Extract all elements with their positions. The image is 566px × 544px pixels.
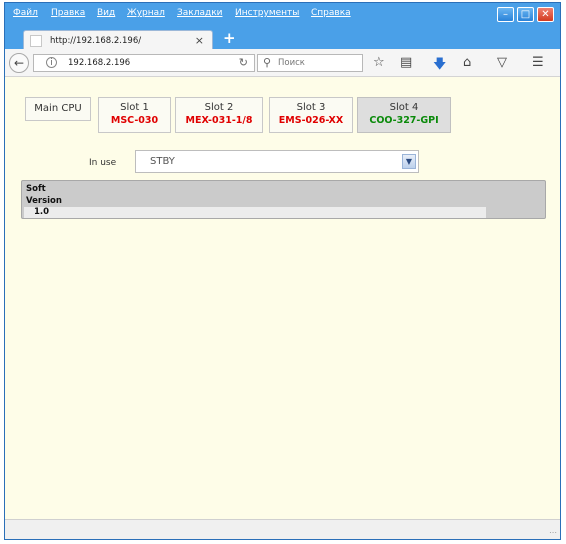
slot-name: Main CPU	[34, 103, 82, 114]
slot-name: Slot 4	[389, 102, 419, 113]
back-icon: ←	[13, 56, 25, 70]
star-icon[interactable]: ☆	[373, 55, 385, 70]
tab-slot-2[interactable]: Slot 2 MEX-031-1/8	[175, 97, 263, 133]
info-icon[interactable]: i	[46, 57, 57, 68]
maximize-icon: □	[520, 8, 531, 20]
slot-module: MEX-031-1/8	[185, 115, 253, 126]
page-content: Main CPU Slot 1 MSC-030 Slot 2 MEX-031-1…	[5, 77, 560, 519]
menu-history[interactable]: Журнал	[127, 8, 165, 18]
soft-version-value: 1.0	[34, 207, 50, 217]
menu-icon[interactable]: ☰	[532, 55, 544, 70]
tab-slot-1[interactable]: Slot 1 MSC-030	[98, 97, 171, 133]
slot-module: COO-327-GPI	[369, 115, 439, 126]
soft-label-line1: Soft	[26, 184, 46, 194]
soft-label-line2: Version	[26, 196, 62, 206]
slot-module: EMS-026-XX	[278, 115, 344, 126]
url-bar[interactable]: i 192.168.2.196 ↻	[33, 54, 255, 72]
menu-bookmarks[interactable]: Закладки	[177, 8, 223, 18]
back-button[interactable]: ←	[9, 53, 29, 73]
soft-version-label: Soft Version	[26, 183, 62, 207]
tab-slot-4[interactable]: Slot 4 COO-327-GPI	[357, 97, 451, 133]
reload-icon[interactable]: ↻	[239, 56, 248, 69]
resize-grip-icon[interactable]: ⋯	[549, 528, 557, 537]
in-use-label: In use	[89, 158, 117, 168]
close-button[interactable]: ✕	[537, 7, 554, 22]
menu-file[interactable]: Файл	[13, 8, 38, 18]
slot-name: Slot 2	[204, 102, 234, 113]
slot-module: MSC-030	[110, 115, 159, 126]
tab-slot-3[interactable]: Slot 3 EMS-026-XX	[269, 97, 353, 133]
soft-version-row: 1.0	[24, 207, 486, 218]
menu-help[interactable]: Справка	[311, 8, 351, 18]
pocket-icon[interactable]: ▽	[497, 55, 507, 70]
menu-edit[interactable]: Правка	[51, 8, 85, 18]
page-icon	[30, 35, 42, 47]
url-text: 192.168.2.196	[68, 58, 131, 68]
tab-close-icon[interactable]: ×	[195, 34, 204, 47]
in-use-select[interactable]: STBY ▼	[135, 150, 419, 173]
tab-current[interactable]: http://192.168.2.196/ ×	[23, 30, 213, 50]
tab-title: http://192.168.2.196/	[50, 36, 142, 46]
slot-name: Slot 1	[120, 102, 149, 113]
search-bar[interactable]: ⚲	[257, 54, 363, 72]
search-icon: ⚲	[263, 56, 272, 69]
in-use-value: STBY	[150, 156, 175, 167]
chevron-down-icon[interactable]: ▼	[402, 154, 416, 169]
reader-icon[interactable]: ▤	[400, 55, 412, 70]
browser-window: Файл Правка Вид Журнал Закладки Инструме…	[4, 2, 561, 540]
tab-strip: http://192.168.2.196/ × +	[5, 25, 560, 50]
new-tab-button[interactable]: +	[223, 29, 236, 47]
menu-view[interactable]: Вид	[97, 8, 115, 18]
tab-main-cpu[interactable]: Main CPU	[25, 97, 91, 121]
close-icon: ✕	[541, 8, 550, 20]
menu-bar: Файл Правка Вид Журнал Закладки Инструме…	[5, 3, 560, 25]
soft-version-panel: Soft Version 1.0	[21, 180, 546, 219]
search-input[interactable]	[278, 57, 358, 69]
minimize-icon: –	[503, 8, 508, 20]
status-bar: ⋯	[5, 519, 560, 539]
home-icon[interactable]: ⌂	[463, 55, 471, 70]
nav-bar: ← i 192.168.2.196 ↻ ⚲ ☆ ▤ 🡇 ⌂ ▽ ☰	[5, 49, 560, 77]
menu-tools[interactable]: Инструменты	[235, 8, 299, 18]
minimize-button[interactable]: –	[497, 7, 514, 22]
maximize-button[interactable]: □	[517, 7, 534, 22]
slot-name: Slot 3	[296, 102, 326, 113]
download-icon[interactable]: 🡇	[433, 55, 446, 77]
